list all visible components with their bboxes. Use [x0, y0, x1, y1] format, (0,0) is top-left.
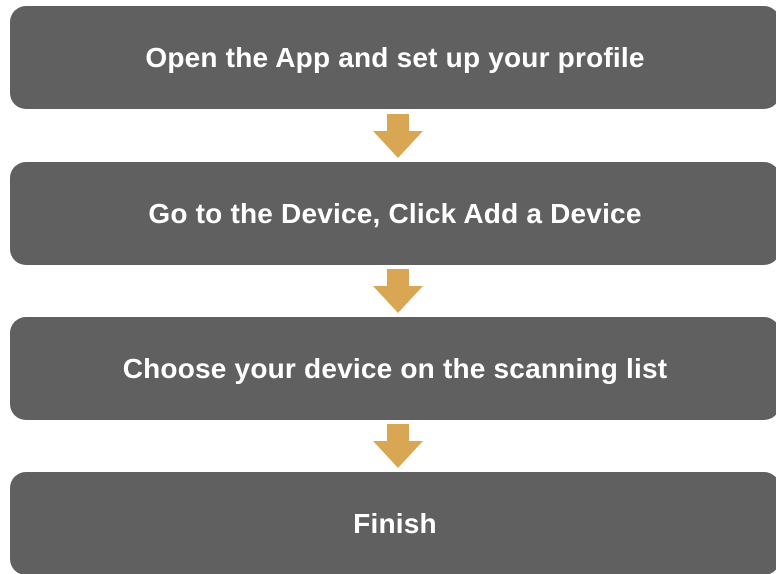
step-finish: Finish	[10, 472, 776, 574]
step-label: Open the App and set up your profile	[145, 41, 645, 73]
arrow-down-icon	[373, 114, 423, 158]
step-add-device: Go to the Device, Click Add a Device	[10, 162, 776, 265]
step-open-app: Open the App and set up your profile	[10, 6, 776, 109]
step-label: Finish	[353, 507, 437, 539]
step-choose-device: Choose your device on the scanning list	[10, 317, 776, 420]
arrow-down-icon	[373, 424, 423, 468]
arrow-down-icon	[373, 269, 423, 313]
step-label: Go to the Device, Click Add a Device	[148, 197, 642, 229]
setup-flowchart: Open the App and set up your profile Go …	[0, 0, 776, 574]
step-label: Choose your device on the scanning list	[122, 352, 668, 384]
